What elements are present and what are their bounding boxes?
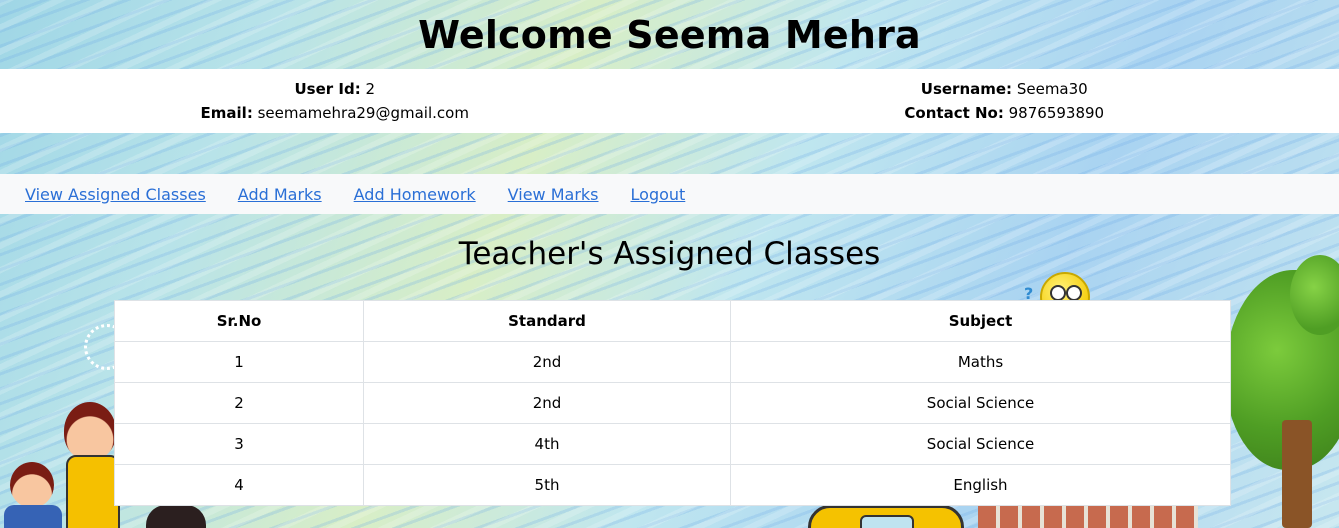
contact-label: Contact No: <box>904 104 1004 122</box>
table-header-row: Sr.No Standard Subject <box>114 300 1231 342</box>
emoji-eye-right <box>1066 285 1082 301</box>
cell-standard: 5th <box>363 464 731 506</box>
user-id-row: User Id: 2 <box>294 77 375 101</box>
cell-sr-no: 3 <box>114 423 364 465</box>
column-header-standard: Standard <box>363 300 731 342</box>
user-info-right: Username: Seema30 Contact No: 9876593890 <box>670 69 1339 133</box>
username-row: Username: Seema30 <box>921 77 1088 101</box>
nav-link-logout[interactable]: Logout <box>631 185 686 204</box>
user-info-panel: User Id: 2 Email: seemamehra29@gmail.com… <box>0 69 1339 133</box>
student-girl-illustration <box>64 402 116 460</box>
email-row: Email: seemamehra29@gmail.com <box>201 101 469 125</box>
column-header-subject: Subject <box>730 300 1231 342</box>
cell-sr-no: 1 <box>114 341 364 383</box>
cell-standard: 2nd <box>363 382 731 424</box>
username-label: Username: <box>920 80 1013 98</box>
nav-link-add-homework[interactable]: Add Homework <box>354 185 476 204</box>
nav-link-view-assigned-classes[interactable]: View Assigned Classes <box>25 185 206 204</box>
table-row: 4 5th English <box>114 464 1231 506</box>
cell-subject: Social Science <box>730 423 1231 465</box>
email-label: Email: <box>200 104 253 122</box>
user-id-label: User Id: <box>294 80 361 98</box>
student-boy-body-illustration <box>4 505 62 528</box>
table-row: 1 2nd Maths <box>114 341 1231 383</box>
teacher-illustration <box>146 505 206 528</box>
title-bar: Welcome Seema Mehra <box>0 0 1339 69</box>
table-row: 2 2nd Social Science <box>114 382 1231 424</box>
nav-link-view-marks[interactable]: View Marks <box>508 185 599 204</box>
email-value: seemamehra29@gmail.com <box>257 104 469 122</box>
cell-sr-no: 4 <box>114 464 364 506</box>
cell-subject: Social Science <box>730 382 1231 424</box>
section-title: Teacher's Assigned Classes <box>458 236 881 272</box>
page-title: Welcome Seema Mehra <box>418 12 921 57</box>
user-id-value: 2 <box>365 80 376 98</box>
student-girl-body-illustration <box>66 455 120 528</box>
username-value: Seema30 <box>1016 80 1088 98</box>
table-row: 3 4th Social Science <box>114 423 1231 465</box>
bus-window-illustration <box>860 515 914 528</box>
cell-standard: 4th <box>363 423 731 465</box>
tree-trunk-illustration <box>1282 420 1312 528</box>
cell-subject: English <box>730 464 1231 506</box>
contact-row: Contact No: 9876593890 <box>904 101 1104 125</box>
nav-link-add-marks[interactable]: Add Marks <box>238 185 322 204</box>
cell-standard: 2nd <box>363 341 731 383</box>
cell-sr-no: 2 <box>114 382 364 424</box>
column-header-sr-no: Sr.No <box>114 300 364 342</box>
main-nav: View Assigned Classes Add Marks Add Home… <box>0 174 1339 214</box>
cell-subject: Maths <box>730 341 1231 383</box>
user-info-left: User Id: 2 Email: seemamehra29@gmail.com <box>0 69 670 133</box>
contact-value: 9876593890 <box>1008 104 1105 122</box>
emoji-eye-left <box>1050 285 1066 301</box>
assigned-classes-table: Sr.No Standard Subject 1 2nd Maths 2 2nd… <box>114 300 1231 506</box>
student-boy-illustration <box>10 462 54 508</box>
